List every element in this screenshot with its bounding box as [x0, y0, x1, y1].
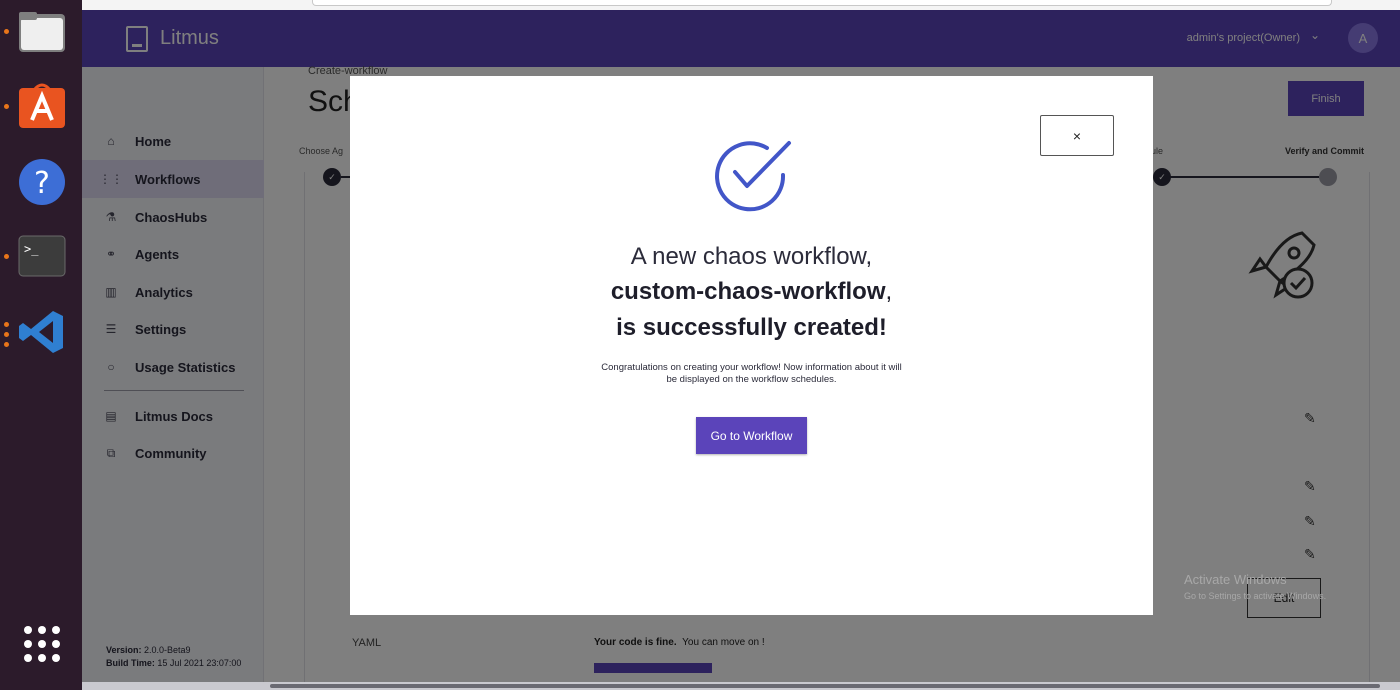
address-bar[interactable] [312, 0, 1332, 6]
modal-heading-line3: is successfully created! [616, 314, 887, 341]
success-modal: × A new chaos workflow, custom-chaos-wor… [350, 76, 1153, 615]
running-indicator [4, 254, 9, 259]
modal-heading-line1: A new chaos workflow, [630, 243, 873, 270]
running-indicator [4, 29, 9, 34]
horizontal-scrollbar[interactable] [82, 682, 1400, 690]
show-applications-icon[interactable] [24, 626, 60, 662]
browser-strip [82, 0, 1400, 10]
running-indicator [4, 322, 9, 327]
modal-description: Congratulations on creating your workflo… [601, 362, 902, 385]
software-center-icon[interactable] [14, 77, 70, 133]
modal-heading-line2: custom-chaos-workflow, [350, 278, 1153, 306]
scrollbar-thumb[interactable] [270, 684, 1380, 688]
heading-comma: , [885, 278, 893, 305]
running-indicator [4, 104, 9, 109]
svg-text:>_: >_ [24, 242, 39, 256]
watermark-subtitle: Go to Settings to activate Windows. [1184, 591, 1327, 601]
watermark-title: Activate Windows [1184, 572, 1287, 587]
check-circle-icon [715, 141, 791, 212]
workflow-name: custom-chaos-workflow [610, 278, 886, 305]
running-indicator [4, 342, 9, 347]
terminal-icon[interactable]: >_ [14, 228, 70, 284]
help-icon[interactable]: ? [14, 154, 70, 210]
ubuntu-dock: ? >_ [0, 0, 82, 690]
vscode-icon[interactable] [14, 304, 70, 360]
go-to-workflow-button[interactable]: Go to Workflow [696, 417, 807, 454]
files-icon[interactable] [14, 4, 70, 60]
close-button[interactable]: × [1040, 115, 1114, 156]
running-indicator [4, 332, 9, 337]
svg-text:?: ? [34, 166, 50, 201]
activate-windows-watermark: Activate Windows Go to Settings to activ… [1184, 571, 1326, 605]
